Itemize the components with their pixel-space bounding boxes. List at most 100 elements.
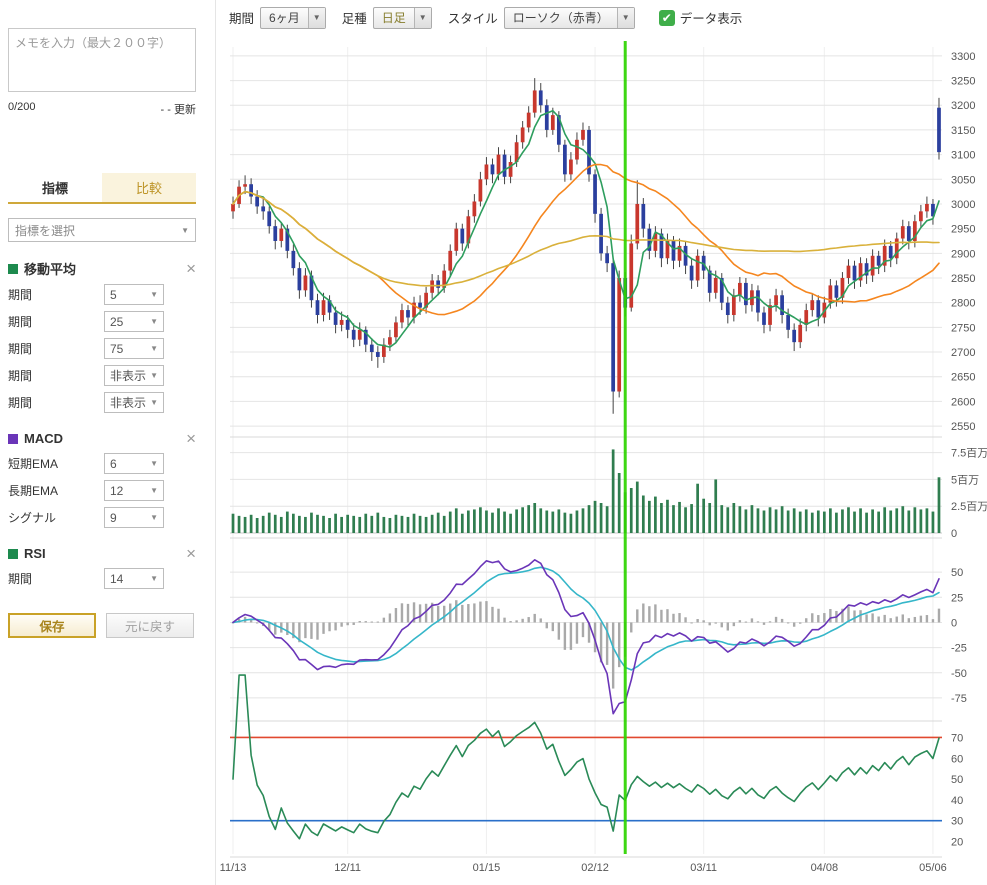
tab-compare[interactable]: 比較	[102, 173, 196, 202]
svg-text:50: 50	[951, 567, 963, 579]
indicator-section-1: MACD× 短期EMA6▼ 長期EMA12▼ シグナル9▼	[8, 430, 196, 528]
svg-text:3150: 3150	[951, 125, 975, 137]
indicator-color-swatch	[8, 264, 18, 274]
indicator-param-row: 期間14▼	[8, 568, 196, 589]
indicator-color-swatch	[8, 434, 18, 444]
indicator-title: MACD	[24, 431, 186, 446]
tab-indicator[interactable]: 指標	[8, 173, 102, 202]
bartype-select[interactable]: 日足 ▼	[373, 7, 432, 29]
param-select[interactable]: 非表示▼	[104, 365, 164, 386]
param-select[interactable]: 75▼	[104, 338, 164, 359]
param-select[interactable]: 14▼	[104, 568, 164, 589]
svg-text:20: 20	[951, 837, 963, 849]
svg-text:-50: -50	[951, 668, 967, 680]
svg-text:40: 40	[951, 795, 963, 807]
data-display-toggle[interactable]: ✔ データ表示	[659, 8, 743, 27]
svg-text:2800: 2800	[951, 298, 975, 310]
svg-text:30: 30	[951, 816, 963, 828]
param-label: 期間	[8, 367, 104, 384]
param-label: 短期EMA	[8, 455, 104, 472]
param-label: 期間	[8, 340, 104, 357]
svg-text:11/13: 11/13	[220, 862, 247, 874]
chart-main: 期間 6ヶ月 ▼ 足種 日足 ▼ スタイル ローソク（赤青） ▼ ✔ データ表示…	[215, 0, 987, 885]
svg-text:3300: 3300	[951, 51, 975, 63]
param-label: シグナル	[8, 509, 104, 526]
param-select[interactable]: 12▼	[104, 480, 164, 501]
svg-text:3250: 3250	[951, 76, 975, 88]
svg-text:05/06: 05/06	[919, 862, 947, 874]
svg-text:50: 50	[951, 774, 963, 786]
chevron-down-icon[interactable]: ▼	[308, 8, 325, 28]
bartype-value: 日足	[374, 8, 414, 28]
style-label: スタイル	[448, 8, 498, 27]
stock-chart-app: 0/200 - - 更新 指標 比較 指標を選択 ▼ 移動平均×期間5▼期間25…	[0, 0, 987, 885]
style-value: ローソク（赤青）	[505, 8, 617, 28]
svg-text:70: 70	[951, 732, 963, 744]
close-icon[interactable]: ×	[186, 430, 196, 447]
candlestick-chart[interactable]: 3300325032003150310030503000295029002850…	[216, 35, 987, 885]
memo-meta: 0/200 - - 更新	[8, 101, 196, 117]
chevron-down-icon: ▼	[150, 459, 158, 468]
svg-text:0: 0	[951, 528, 957, 540]
indicator-section-0: 移動平均×期間5▼期間25▼期間75▼期間非表示▼期間非表示▼	[8, 259, 196, 413]
svg-text:2750: 2750	[951, 322, 975, 334]
sidebar-tabs: 指標 比較	[8, 173, 196, 204]
memo-update-label: - - 更新	[161, 101, 196, 117]
indicator-param-row: 期間非表示▼	[8, 365, 196, 386]
indicator-param-row: 期間25▼	[8, 311, 196, 332]
rsi-panel	[230, 675, 942, 839]
indicator-param-row: 期間非表示▼	[8, 392, 196, 413]
chevron-down-icon: ▼	[150, 513, 158, 522]
close-icon[interactable]: ×	[186, 545, 196, 562]
indicator-title: 移動平均	[24, 259, 186, 278]
close-icon[interactable]: ×	[186, 260, 196, 277]
svg-text:02/12: 02/12	[581, 862, 609, 874]
svg-text:2600: 2600	[951, 396, 975, 408]
chevron-down-icon: ▼	[150, 574, 158, 583]
param-label: 期間	[8, 394, 104, 411]
svg-text:25: 25	[951, 592, 963, 604]
axis-labels: 3300325032003150310030503000295029002850…	[220, 51, 987, 874]
param-select[interactable]: 25▼	[104, 311, 164, 332]
indicator-param-row: 長期EMA12▼	[8, 480, 196, 501]
param-select[interactable]: 9▼	[104, 507, 164, 528]
period-value: 6ヶ月	[261, 8, 308, 28]
svg-text:01/15: 01/15	[473, 862, 501, 874]
svg-text:-25: -25	[951, 643, 967, 655]
save-button[interactable]: 保存	[8, 613, 96, 638]
reset-button[interactable]: 元に戻す	[106, 613, 194, 638]
volume-bars	[232, 449, 941, 533]
svg-text:2900: 2900	[951, 248, 975, 260]
svg-text:60: 60	[951, 753, 963, 765]
param-label: 期間	[8, 286, 104, 303]
param-select[interactable]: 非表示▼	[104, 392, 164, 413]
svg-text:04/08: 04/08	[811, 862, 839, 874]
style-select[interactable]: ローソク（赤青） ▼	[504, 7, 635, 29]
svg-text:3050: 3050	[951, 174, 975, 186]
indicator-param-row: 短期EMA6▼	[8, 453, 196, 474]
period-select[interactable]: 6ヶ月 ▼	[260, 7, 326, 29]
chevron-down-icon[interactable]: ▼	[414, 8, 431, 28]
svg-text:0: 0	[951, 617, 957, 629]
data-display-label: データ表示	[680, 8, 743, 27]
chevron-down-icon: ▼	[150, 290, 158, 299]
svg-text:3200: 3200	[951, 100, 975, 112]
svg-text:2.5百万: 2.5百万	[951, 501, 987, 513]
bartype-label: 足種	[342, 8, 367, 27]
memo-input[interactable]	[8, 28, 196, 92]
indicator-select[interactable]: 指標を選択 ▼	[8, 218, 196, 242]
chart-toolbar: 期間 6ヶ月 ▼ 足種 日足 ▼ スタイル ローソク（赤青） ▼ ✔ データ表示	[216, 0, 987, 35]
indicator-title: RSI	[24, 546, 186, 561]
checkbox-checked-icon[interactable]: ✔	[659, 10, 675, 26]
param-select[interactable]: 6▼	[104, 453, 164, 474]
chevron-down-icon: ▼	[150, 398, 158, 407]
svg-text:3000: 3000	[951, 199, 975, 211]
indicator-param-row: 期間75▼	[8, 338, 196, 359]
svg-text:12/11: 12/11	[334, 862, 361, 874]
chevron-down-icon: ▼	[150, 317, 158, 326]
chevron-down-icon[interactable]: ▼	[617, 8, 634, 28]
svg-text:2950: 2950	[951, 224, 975, 236]
period-label: 期間	[229, 8, 254, 27]
param-select[interactable]: 5▼	[104, 284, 164, 305]
indicator-section-2: RSI× 期間14▼	[8, 545, 196, 589]
